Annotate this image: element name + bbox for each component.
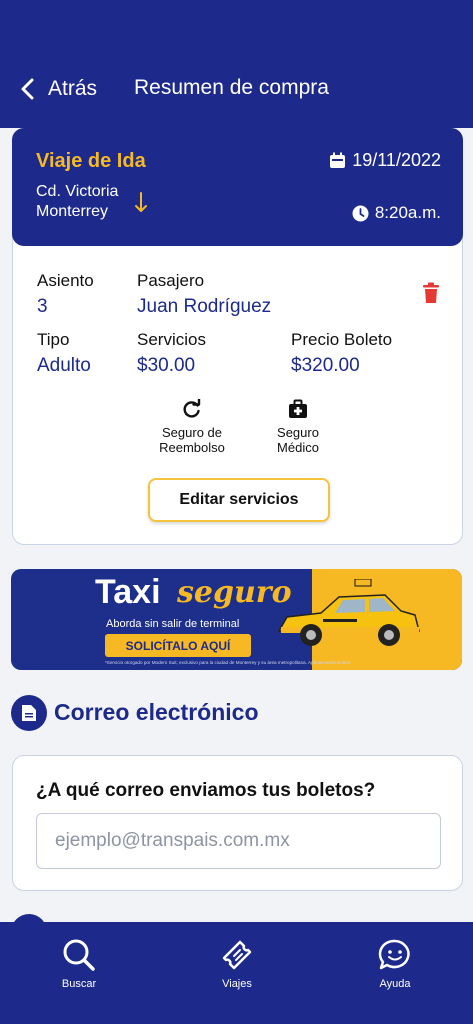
services-label: Servicios (137, 330, 206, 349)
banner-fine-print: *Servicio otorgado por Modero Suit; excl… (105, 660, 352, 665)
trip-type: Viaje de Ida (36, 150, 146, 172)
banner-subtitle: Aborda sin salir de terminal (106, 618, 240, 630)
clock-icon (352, 205, 369, 221)
price-label: Precio Boleto (291, 330, 393, 349)
passenger-label: Pasajero (137, 271, 205, 290)
seat-label: Asiento (37, 271, 94, 290)
service-line-2: Médico (277, 440, 319, 455)
email-question: ¿A qué correo enviamos tus boletos? (36, 780, 376, 801)
service-medical-insurance: Seguro Médico (253, 399, 343, 455)
price-value: $320.00 (291, 355, 360, 376)
arrow-down-icon (135, 192, 147, 212)
banner-title-taxi: Taxi (95, 573, 161, 611)
email-card: ¿A qué correo enviamos tus boletos? (12, 755, 463, 891)
trash-icon[interactable] (421, 282, 441, 304)
type-label: Tipo (37, 330, 70, 349)
trip-date: 19/11/2022 (329, 150, 441, 171)
refresh-icon (183, 399, 201, 418)
type-value: Adulto (37, 355, 91, 376)
search-icon (63, 939, 95, 971)
document-icon (22, 705, 36, 721)
calendar-icon (330, 152, 346, 168)
banner-cta-button[interactable]: SOLICÍTALO AQUÍ (105, 634, 251, 657)
trip-origin: Cd. Victoria (36, 183, 119, 200)
back-button[interactable]: Atrás (18, 74, 97, 104)
medical-kit-icon (289, 399, 307, 418)
back-label: Atrás (48, 77, 98, 100)
email-section-title: Correo electrónico (54, 699, 259, 725)
service-refund-insurance: Seguro de Reembolso (147, 399, 237, 455)
page-title: Resumen de compra (134, 76, 329, 99)
trip-date-text: 19/11/2022 (352, 150, 441, 170)
service-line-1: Seguro (277, 425, 319, 440)
edit-services-button[interactable]: Editar servicios (148, 478, 330, 522)
email-input[interactable] (36, 813, 441, 869)
taxi-promo-banner[interactable]: Taxi seguro Aborda sin salir de terminal… (11, 569, 462, 670)
tab-ayuda[interactable]: Ayuda (350, 938, 440, 990)
chevron-left-icon (21, 78, 34, 100)
tab-buscar[interactable]: Buscar (34, 938, 124, 990)
chat-smile-icon (378, 939, 410, 970)
passenger-name: Juan Rodríguez (137, 296, 272, 317)
ticket-icon (222, 940, 252, 970)
trip-time: 8:20a.m. (352, 203, 441, 223)
document-section-icon (11, 695, 47, 731)
tab-label: Buscar (61, 978, 97, 990)
services-value: $30.00 (137, 355, 196, 376)
app-header: Atrás Resumen de compra (0, 0, 473, 128)
service-line-2: Reembolso (159, 440, 225, 455)
taxi-car-icon (277, 579, 420, 646)
trip-time-text: 8:20a.m. (374, 203, 441, 222)
seat-value: 3 (37, 296, 48, 317)
tab-label: Ayuda (379, 978, 411, 990)
tab-label: Viajes (222, 978, 252, 990)
trip-header: Viaje de Ida 19/11/2022 Cd. Victoria Mon… (12, 128, 463, 246)
trip-summary-card: Viaje de Ida 19/11/2022 Cd. Victoria Mon… (12, 128, 463, 545)
trip-destination: Monterrey (36, 203, 109, 220)
tab-viajes[interactable]: Viajes (192, 938, 282, 990)
service-line-1: Seguro de (162, 425, 222, 440)
bottom-tab-bar: Buscar Viajes Ayuda (0, 922, 473, 1024)
